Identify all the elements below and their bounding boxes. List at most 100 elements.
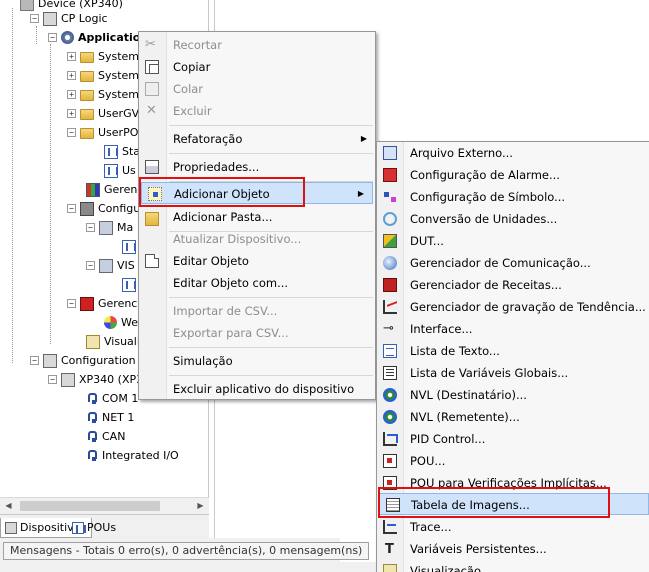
horizontal-scrollbar[interactable]: ◀ ▶: [0, 497, 209, 514]
menu-item-editar-objeto[interactable]: Editar Objeto: [139, 250, 375, 272]
submenu-item-variaveis-persistentes[interactable]: Variáveis Persistentes...: [377, 538, 649, 561]
tree-item-application[interactable]: − Applicatio: [48, 28, 140, 47]
submenu-item-configuracao-alarme[interactable]: Configuração de Alarme...: [377, 164, 649, 186]
submenu-item-conversao-unidades[interactable]: Conversão de Unidades...: [377, 208, 649, 230]
tree-item-port[interactable]: NET 1: [86, 408, 134, 427]
tree-item-vis-manager[interactable]: − Gerenc: [67, 294, 137, 313]
menu-item-label: Lista de Texto...: [410, 344, 500, 358]
collapse-icon[interactable]: −: [48, 33, 57, 42]
collapse-icon[interactable]: −: [86, 223, 95, 232]
persistent-variables-icon: [383, 539, 397, 561]
submenu-item-gerenciador-comunicacao[interactable]: Gerenciador de Comunicação...: [377, 252, 649, 274]
folder-icon: [80, 109, 94, 120]
folder-icon: [145, 212, 159, 226]
submenu-item-interface[interactable]: Interface...: [377, 318, 649, 340]
menu-item-adicionar-pasta[interactable]: Adicionar Pasta...: [139, 206, 375, 228]
tree-item-cp-logic[interactable]: − CP Logic: [30, 9, 108, 28]
folder-icon: [80, 128, 94, 139]
scroll-left-icon[interactable]: ◀: [0, 498, 17, 514]
pou-icon: [104, 144, 118, 159]
tree-item-configuration[interactable]: − Configuration (: [30, 351, 143, 370]
scrollbar-thumb[interactable]: [20, 501, 160, 511]
highlight-tabela-imagens: [378, 487, 610, 518]
submenu-item-nvl-remetente[interactable]: NVL (Remetente)...: [377, 406, 649, 428]
cpu-icon: [61, 372, 75, 387]
menu-item-atualizar-dispositivo[interactable]: Atualizar Dispositivo...: [139, 228, 375, 250]
submenu-item-dut[interactable]: DUT...: [377, 230, 649, 252]
task-icon: [99, 220, 113, 235]
menu-item-refatoracao[interactable]: Refatoração ▶: [139, 128, 375, 150]
tree-item-label: XP340 (XP3: [79, 373, 144, 386]
tree-item-folder[interactable]: − UserPO: [67, 123, 138, 142]
menu-item-copiar[interactable]: Copiar: [139, 56, 375, 78]
tree-item-label: CAN: [102, 430, 126, 443]
tree-item-webvisu[interactable]: We: [104, 313, 138, 332]
tree-item-task[interactable]: − VIS: [86, 256, 135, 275]
tree-item-port[interactable]: CAN: [86, 427, 125, 446]
tree-item-label: Applicatio: [78, 31, 141, 44]
alarm-icon: [383, 168, 397, 182]
tree-item-pou[interactable]: Sta: [104, 142, 140, 161]
submenu-item-gerenciador-receitas[interactable]: Gerenciador de Receitas...: [377, 274, 649, 296]
submenu-item-pou[interactable]: POU...: [377, 450, 649, 472]
port-icon: [86, 430, 98, 444]
tab-pous[interactable]: POUs: [68, 518, 121, 538]
tree-item-manager[interactable]: Gerenc: [86, 180, 143, 199]
tree-item-pou[interactable]: Us: [104, 161, 136, 180]
collapse-icon[interactable]: −: [67, 204, 76, 213]
expand-icon[interactable]: +: [67, 52, 76, 61]
tree-item-folder[interactable]: + System: [67, 85, 139, 104]
tree-item-port[interactable]: COM 1: [86, 389, 138, 408]
port-icon: [86, 392, 98, 406]
menu-item-label: Propriedades...: [173, 160, 260, 174]
menu-item-label: Gerenciador de Receitas...: [410, 278, 562, 292]
submenu-item-lista-texto[interactable]: Lista de Texto...: [377, 340, 649, 362]
submenu-item-gerenciador-tendencia[interactable]: Gerenciador de gravação de Tendência...: [377, 296, 649, 318]
collapse-icon[interactable]: −: [86, 261, 95, 270]
expand-icon[interactable]: +: [67, 109, 76, 118]
tree-item-label: UserGV: [98, 107, 140, 120]
tree-item-visualization[interactable]: Visualiz: [86, 332, 146, 351]
submenu-item-lista-variaveis-globais[interactable]: Lista de Variáveis Globais...: [377, 362, 649, 384]
tree-item-xp340[interactable]: − XP340 (XP3: [48, 370, 143, 389]
submenu-item-pid-control[interactable]: PID Control...: [377, 428, 649, 450]
menu-item-label: DUT...: [410, 234, 444, 248]
menu-item-label: Trace...: [410, 520, 452, 534]
tree-item-port[interactable]: Integrated I/O: [86, 446, 179, 465]
trend-recording-icon: [383, 300, 397, 314]
submenu-item-nvl-destinatario[interactable]: NVL (Destinatário)...: [377, 384, 649, 406]
menu-item-exportar-csv[interactable]: Exportar para CSV...: [139, 322, 375, 344]
menu-item-colar[interactable]: Colar: [139, 78, 375, 100]
menu-item-recortar[interactable]: Recortar: [139, 34, 375, 56]
menu-item-importar-csv[interactable]: Importar de CSV...: [139, 300, 375, 322]
expand-icon[interactable]: +: [67, 90, 76, 99]
tree-item-folder[interactable]: + System: [67, 47, 139, 66]
messages-tab[interactable]: Mensagens - Totais 0 erro(s), 0 advertên…: [3, 542, 370, 560]
collapse-icon[interactable]: −: [67, 299, 76, 308]
submenu-item-arquivo-externo[interactable]: Arquivo Externo...: [377, 142, 649, 164]
collapse-icon[interactable]: −: [30, 14, 39, 23]
menu-item-excluir[interactable]: Excluir: [139, 100, 375, 122]
tree-item-folder[interactable]: + System: [67, 66, 139, 85]
scroll-right-icon[interactable]: ▶: [192, 498, 209, 514]
collapse-icon[interactable]: −: [30, 356, 39, 365]
menu-item-excluir-aplicativo[interactable]: Excluir aplicativo do dispositivo: [139, 378, 375, 400]
menu-item-editar-objeto-com[interactable]: Editar Objeto com...: [139, 272, 375, 294]
submenu-item-configuracao-simbolo[interactable]: Configuração de Símbolo...: [377, 186, 649, 208]
visualization-manager-icon: [80, 296, 94, 311]
collapse-icon[interactable]: −: [48, 375, 57, 384]
menu-item-propriedades[interactable]: Propriedades...: [139, 156, 375, 178]
tree-item-label: Configuration (: [61, 354, 144, 367]
communication-manager-icon: [383, 256, 397, 270]
tree-item-config[interactable]: − Configu: [67, 199, 140, 218]
menu-item-simulacao[interactable]: Simulação: [139, 350, 375, 372]
submenu-item-visualizacao[interactable]: Visualização...: [377, 560, 649, 572]
expand-icon[interactable]: +: [67, 71, 76, 80]
folder-icon: [80, 90, 94, 101]
tree-item-label: UserPO: [98, 126, 139, 139]
collapse-icon[interactable]: −: [67, 128, 76, 137]
menu-item-label: Excluir aplicativo do dispositivo: [173, 382, 355, 396]
submenu-item-trace[interactable]: Trace...: [377, 516, 649, 538]
tree-item-folder[interactable]: + UserGV: [67, 104, 139, 123]
tree-item-task[interactable]: − Ma: [86, 218, 133, 237]
